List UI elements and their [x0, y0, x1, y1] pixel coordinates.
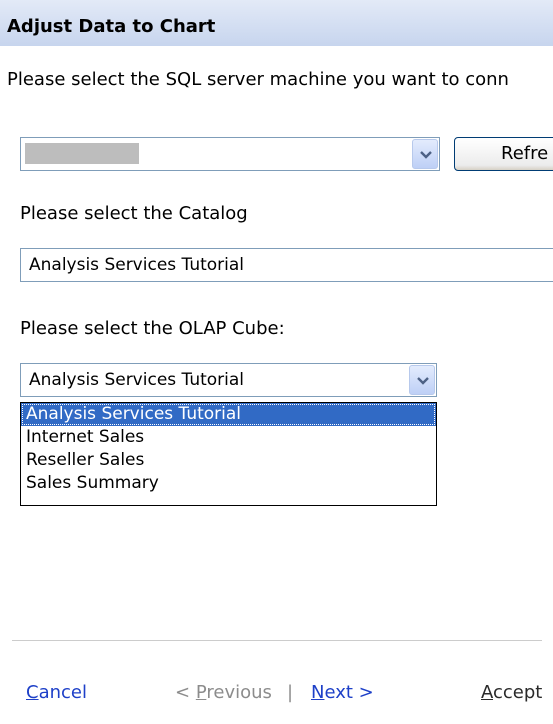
list-item[interactable]: Sales Summary [21, 472, 436, 495]
server-value-redacted [25, 143, 139, 164]
accept-label: ccept [493, 682, 543, 703]
refresh-button[interactable]: Refre [454, 137, 553, 171]
cube-combobox[interactable]: Analysis Services Tutorial [20, 363, 437, 397]
cube-value: Analysis Services Tutorial [29, 370, 245, 390]
previous-label: revious [206, 682, 272, 703]
chevron-down-icon [420, 151, 432, 159]
server-dropdown-button[interactable] [412, 139, 438, 169]
list-item[interactable]: Reseller Sales [21, 449, 436, 472]
catalog-value: Analysis Services Tutorial [29, 255, 245, 275]
server-combobox[interactable] [20, 137, 440, 171]
next-link[interactable]: Next > [311, 682, 374, 703]
next-access-key: N [311, 682, 325, 703]
cancel-label: ancel [38, 682, 87, 703]
server-prompt: Please select the SQL server machine you… [7, 69, 509, 90]
window-title: Adjust Data to Chart [7, 16, 216, 37]
previous-link[interactable]: < Previous [175, 682, 272, 703]
catalog-prompt: Please select the Catalog [20, 203, 248, 224]
cancel-access-key: C [26, 682, 39, 703]
list-item[interactable]: Analysis Services Tutorial [21, 403, 436, 426]
list-item[interactable]: Internet Sales [21, 426, 436, 449]
cancel-link[interactable]: Cancel [26, 682, 87, 703]
previous-access-key: P [195, 682, 207, 703]
chevron-down-icon [417, 377, 429, 385]
cube-dropdown-button[interactable] [409, 365, 435, 395]
catalog-field[interactable]: Analysis Services Tutorial [20, 248, 553, 282]
cube-prompt: Please select the OLAP Cube: [20, 318, 285, 339]
nav-separator: | [287, 682, 294, 703]
accept-link[interactable]: Accept [481, 682, 542, 703]
footer-divider [12, 640, 542, 641]
title-bar: Adjust Data to Chart [0, 0, 553, 46]
previous-arrow: < [175, 682, 196, 703]
next-label: ext > [324, 682, 374, 703]
accept-access-key: A [481, 682, 493, 703]
cube-dropdown-list: Analysis Services Tutorial Internet Sale… [20, 402, 437, 506]
